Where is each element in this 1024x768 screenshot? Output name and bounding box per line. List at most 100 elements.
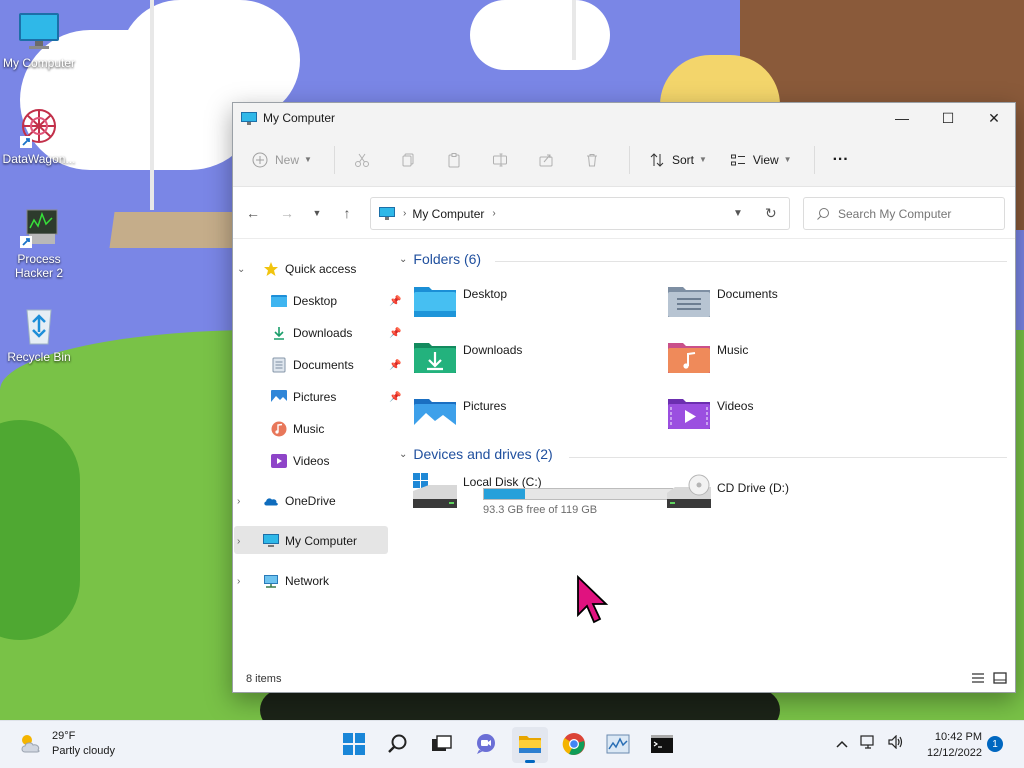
arrow-up-icon: ↑ (343, 204, 351, 221)
more-options-button[interactable]: ··· (833, 144, 849, 176)
start-button[interactable] (336, 727, 372, 763)
documents-folder-icon (667, 283, 711, 321)
chevron-right-icon[interactable]: › (237, 536, 240, 547)
weather-widget[interactable]: 29°F Partly cloudy (18, 729, 115, 759)
nav-documents[interactable]: Documents 📌 (271, 351, 401, 379)
folder-tile-music[interactable]: Music (667, 339, 907, 389)
title-bar[interactable]: My Computer — ☐ ✕ (233, 103, 1015, 133)
nav-label: Documents (293, 358, 354, 372)
chevron-up-icon[interactable] (836, 736, 848, 751)
separator (333, 145, 335, 174)
address-history-chevron-icon[interactable]: ▼ (733, 208, 743, 219)
rename-icon (491, 151, 509, 169)
drive-tile-local-disk-c[interactable]: Local Disk (C:) 93.3 GB free of 119 GB (413, 471, 673, 521)
new-button[interactable]: New ▼ (251, 144, 312, 176)
view-label: View (752, 152, 779, 167)
documents-icon (271, 357, 287, 373)
nav-label: Music (293, 422, 325, 436)
cut-button[interactable] (353, 144, 377, 176)
clock[interactable]: 10:42 PM 12/12/2022 (918, 729, 982, 761)
copy-icon (399, 151, 417, 169)
drive-label: Local Disk (C:) (463, 475, 542, 489)
nav-downloads[interactable]: Downloads 📌 (271, 319, 401, 347)
notification-badge[interactable]: 1 (987, 736, 1003, 752)
chevron-down-icon: ▼ (304, 155, 312, 164)
navigation-pane: ⌄ Quick access Desktop 📌 Downloads 📌 Doc… (233, 239, 401, 659)
folders-group-header[interactable]: ⌄ Folders (6) (399, 251, 481, 267)
file-explorer-window: My Computer — ☐ ✕ New ▼ Sort ▼ View ▼ ··… (232, 102, 1016, 693)
sort-icon (648, 151, 666, 169)
folder-tile-downloads[interactable]: Downloads (413, 339, 653, 389)
chevron-right-icon[interactable]: › (237, 576, 240, 587)
desktop-icon-datawagon[interactable]: DataWagon... (1, 106, 77, 166)
search-input[interactable] (838, 206, 998, 221)
folder-tile-pictures[interactable]: Pictures (413, 395, 653, 445)
forward-button[interactable]: → (273, 199, 301, 227)
share-button[interactable] (537, 144, 561, 176)
nav-label: Pictures (293, 390, 337, 404)
copy-button[interactable] (399, 144, 423, 176)
wallpaper-cloud (470, 0, 610, 70)
chat-button[interactable] (468, 727, 504, 763)
status-bar: 8 items (233, 666, 1015, 692)
chevron-down-icon: ⌄ (399, 448, 408, 460)
nav-label: Quick access (285, 262, 357, 276)
desktop-icon-recycle-bin[interactable]: Recycle Bin (1, 304, 77, 364)
sort-button[interactable]: Sort ▼ (648, 144, 707, 176)
nav-pictures[interactable]: Pictures 📌 (271, 383, 401, 411)
downloads-folder-icon (413, 339, 457, 377)
chevron-right-icon[interactable]: › (237, 496, 240, 507)
minimize-button[interactable]: — (879, 103, 925, 133)
rename-button[interactable] (491, 144, 515, 176)
nav-network[interactable]: › Network (237, 567, 329, 595)
desktop-folder-icon (413, 283, 457, 321)
terminal-button[interactable] (644, 727, 680, 763)
desktop-icon-label: DataWagon... (2, 152, 76, 166)
nav-my-computer[interactable]: › My Computer (237, 527, 357, 555)
desktop-icon-label: My Computer (2, 56, 76, 70)
address-bar[interactable]: › My Computer › ▼ ↻ (370, 197, 790, 230)
tiles-view-icon[interactable] (993, 671, 1007, 688)
maximize-button[interactable]: ☐ (925, 103, 971, 133)
view-button[interactable]: View ▼ (729, 144, 792, 176)
nav-music[interactable]: Music (271, 415, 324, 443)
volume-icon[interactable] (888, 734, 904, 752)
folder-tile-videos[interactable]: Videos (667, 395, 907, 445)
desktop-icon-process-hacker[interactable]: Process Hacker 2 (1, 206, 77, 280)
paste-button[interactable] (445, 144, 469, 176)
performance-monitor-button[interactable] (600, 727, 636, 763)
drive-tile-cd-drive-d[interactable]: CD Drive (D:) (667, 471, 907, 521)
nav-desktop[interactable]: Desktop 📌 (271, 287, 401, 315)
mouse-cursor-icon (576, 574, 612, 625)
desktop-icon-my-computer[interactable]: My Computer (1, 10, 77, 70)
network-status-icon[interactable] (860, 735, 876, 752)
drives-group-header[interactable]: ⌄ Devices and drives (2) (399, 446, 553, 462)
delete-button[interactable] (583, 144, 607, 176)
nav-videos[interactable]: Videos (271, 447, 329, 475)
drive-usage-fill (484, 489, 525, 499)
music-icon (271, 421, 287, 437)
chevron-down-icon: ⌄ (399, 253, 408, 265)
active-indicator (525, 760, 535, 763)
nav-onedrive[interactable]: › OneDrive (237, 487, 336, 515)
breadcrumb-my-computer[interactable]: My Computer (412, 207, 484, 221)
search-box[interactable] (803, 197, 1005, 230)
nav-quick-access[interactable]: ⌄ Quick access (237, 255, 357, 283)
recent-locations-button[interactable]: ▼ (307, 199, 327, 227)
details-view-icon[interactable] (971, 671, 985, 688)
plus-circle-icon (251, 151, 269, 169)
back-button[interactable]: ← (239, 199, 267, 227)
up-button[interactable]: ↑ (333, 199, 361, 227)
trash-icon (583, 151, 601, 169)
drive-free-space: 93.3 GB free of 119 GB (483, 504, 598, 516)
monitor-icon (263, 533, 279, 549)
close-button[interactable]: ✕ (971, 103, 1017, 133)
chrome-button[interactable] (556, 727, 592, 763)
refresh-icon[interactable]: ↻ (765, 205, 777, 222)
folder-tile-documents[interactable]: Documents (667, 283, 907, 333)
nav-label: Downloads (293, 326, 353, 340)
file-explorer-taskbar-button[interactable] (512, 727, 548, 763)
search-taskbar-button[interactable] (380, 727, 416, 763)
task-view-button[interactable] (424, 727, 460, 763)
folder-tile-desktop[interactable]: Desktop (413, 283, 653, 333)
